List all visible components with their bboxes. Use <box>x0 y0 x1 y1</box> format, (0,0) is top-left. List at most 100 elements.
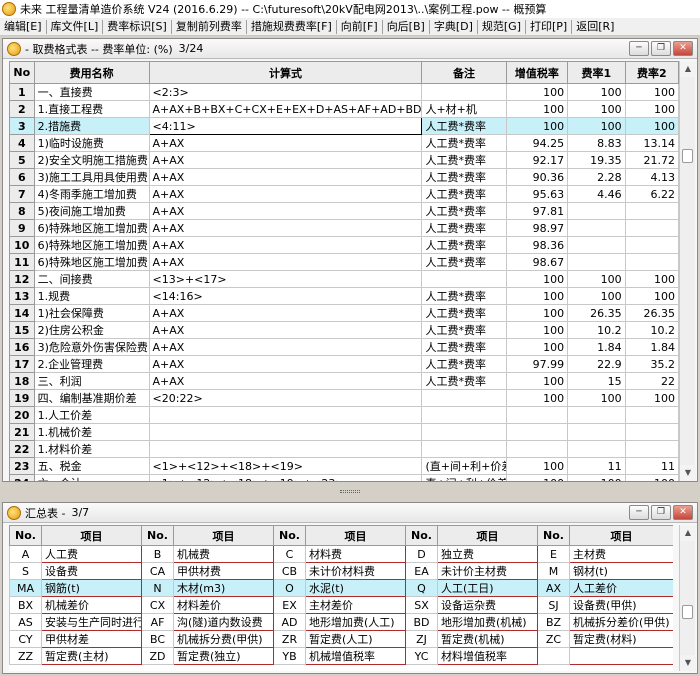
summary-item-cell[interactable]: 安装与生产同时进行增 <box>41 613 142 631</box>
rate1-cell[interactable]: 8.83 <box>567 134 626 152</box>
row-number-cell[interactable]: 8 <box>9 202 35 220</box>
vat-rate-cell[interactable]: 98.97 <box>505 219 569 237</box>
vat-rate-cell[interactable]: 100 <box>505 304 569 322</box>
formula-cell[interactable] <box>148 423 423 441</box>
fee-row[interactable]: 2 1.直接工程费 A+AX+B+BX+C+CX+E+EX+D+AS+AF+AD+B… <box>9 100 679 118</box>
rate1-cell[interactable]: 100 <box>567 270 626 288</box>
note-cell[interactable]: 人工费*费率 <box>421 338 507 356</box>
fee-name-cell[interactable]: 1.规费 <box>33 287 150 305</box>
vat-rate-cell[interactable]: 92.17 <box>505 151 569 169</box>
note-cell[interactable] <box>421 440 507 458</box>
fee-row[interactable]: 6 3)施工工具用具使用费 A+AX 人工费*费率 90.36 2.28 4.13 <box>9 168 679 186</box>
summary-code-cell[interactable]: B <box>141 545 174 563</box>
formula-cell[interactable]: A+AX <box>148 304 423 322</box>
fee-row[interactable]: 17 2.企业管理费 A+AX 人工费*费率 97.99 22.9 35.2 <box>9 355 679 373</box>
scroll-down-icon[interactable]: ▼ <box>680 465 696 481</box>
vat-rate-cell[interactable]: 100 <box>505 83 569 101</box>
formula-cell[interactable]: A+AX <box>148 253 423 271</box>
rate2-cell[interactable]: 1.84 <box>624 338 679 356</box>
summary-item-cell[interactable]: 机械增值税率 <box>305 647 406 665</box>
summary-item-cell[interactable]: 甲供材差 <box>41 630 142 648</box>
fee-name-cell[interactable]: 6)特殊地区施工增加费 <box>33 236 150 254</box>
vat-rate-cell[interactable]: 97.99 <box>505 355 569 373</box>
fee-format-scrollbar[interactable]: ▲ ▼ <box>679 61 696 481</box>
note-cell[interactable]: (直+间+利+价差 <box>421 457 507 475</box>
pane-splitter[interactable] <box>0 482 700 502</box>
summary-item-cell[interactable]: 独立费 <box>437 545 538 563</box>
vat-rate-cell[interactable]: 100 <box>505 117 569 135</box>
col-header-rate2[interactable]: 费率2 <box>624 61 679 84</box>
rate2-cell[interactable] <box>624 440 679 458</box>
vat-rate-cell[interactable]: 100 <box>505 270 569 288</box>
fee-name-cell[interactable]: 4)冬雨季施工增加费 <box>33 185 150 203</box>
vat-rate-cell[interactable]: 100 <box>505 372 569 390</box>
rate2-cell[interactable]: 100 <box>624 287 679 305</box>
summary-code-cell[interactable]: AS <box>9 613 42 631</box>
fee-name-cell[interactable]: 6)特殊地区施工增加费 <box>33 219 150 237</box>
summary-code-cell[interactable]: ZD <box>141 647 174 665</box>
summary-item-cell[interactable]: 沟(隧)道内数设费 <box>173 613 274 631</box>
rate2-cell[interactable]: 100 <box>624 100 679 118</box>
row-number-cell[interactable]: 19 <box>9 389 35 407</box>
summary-code-cell[interactable]: BX <box>9 596 42 614</box>
rate2-cell[interactable]: 100 <box>624 270 679 288</box>
summary-code-cell[interactable]: CB <box>273 562 306 580</box>
row-number-cell[interactable]: 11 <box>9 253 35 271</box>
col-header-fee-name[interactable]: 费用名称 <box>33 61 150 84</box>
formula-cell[interactable]: <14:16> <box>148 287 423 305</box>
row-number-cell[interactable]: 3 <box>9 117 35 135</box>
summary-code-cell[interactable]: AD <box>273 613 306 631</box>
summary-item-cell[interactable]: 机械差价 <box>41 596 142 614</box>
rate2-cell[interactable]: 35.2 <box>624 355 679 373</box>
row-number-cell[interactable]: 16 <box>9 338 35 356</box>
col-header-rate1[interactable]: 费率1 <box>567 61 626 84</box>
summary-item-cell[interactable]: 钢筋(t) <box>41 579 142 597</box>
rate2-cell[interactable]: 26.35 <box>624 304 679 322</box>
vat-rate-cell[interactable]: 90.36 <box>505 168 569 186</box>
fee-row[interactable]: 18 三、利润 A+AX 人工费*费率 100 15 22 <box>9 372 679 390</box>
fee-name-cell[interactable]: 五、税金 <box>33 457 150 475</box>
fee-name-cell[interactable]: 1.机械价差 <box>33 423 150 441</box>
rate1-cell[interactable] <box>567 406 626 424</box>
menu-backward[interactable]: 向后[B] <box>383 18 429 35</box>
summary-code-cell[interactable]: AF <box>141 613 174 631</box>
rate2-cell[interactable]: 100 <box>624 117 679 135</box>
summary-item-cell[interactable]: 地形增加费(机械) <box>437 613 538 631</box>
rate2-cell[interactable] <box>624 202 679 220</box>
vat-rate-cell[interactable]: 100 <box>505 287 569 305</box>
fee-row[interactable]: 4 1)临时设施费 A+AX 人工费*费率 94.25 8.83 13.14 <box>9 134 679 152</box>
summary-item-cell[interactable]: 暂定费(主材) <box>41 647 142 665</box>
fee-name-cell[interactable]: 6)特殊地区施工增加费 <box>33 253 150 271</box>
rate2-cell[interactable]: 11 <box>624 457 679 475</box>
formula-cell[interactable]: A+AX <box>148 321 423 339</box>
summary-item-cell[interactable]: 材料差价 <box>173 596 274 614</box>
formula-cell[interactable] <box>148 406 423 424</box>
vat-rate-cell[interactable] <box>505 423 569 441</box>
summary-code-cell[interactable]: EX <box>273 596 306 614</box>
formula-cell[interactable] <box>148 440 423 458</box>
formula-cell[interactable]: A+AX <box>148 236 423 254</box>
fee-row[interactable]: 8 5)夜间施工增加费 A+AX 人工费*费率 97.81 <box>9 202 679 220</box>
menu-forward[interactable]: 向前[F] <box>337 18 382 35</box>
summary-item-cell[interactable]: 材料费 <box>305 545 406 563</box>
summary-code-cell[interactable] <box>537 647 570 665</box>
close-icon[interactable]: ✕ <box>673 41 693 56</box>
summary-item-cell[interactable]: 机械拆分费(甲供) <box>173 630 274 648</box>
rate1-cell[interactable]: 100 <box>567 83 626 101</box>
fee-row[interactable]: 12 二、间接费 <13>+<17> 100 100 100 <box>9 270 679 288</box>
summary-item-cell[interactable]: 暂定费(机械) <box>437 630 538 648</box>
row-number-cell[interactable]: 15 <box>9 321 35 339</box>
row-number-cell[interactable]: 23 <box>9 457 35 475</box>
fee-name-cell[interactable]: 3)危险意外伤害保险费 <box>33 338 150 356</box>
row-number-cell[interactable]: 24 <box>9 474 35 481</box>
row-number-cell[interactable]: 12 <box>9 270 35 288</box>
formula-cell[interactable]: A+AX <box>148 355 423 373</box>
formula-cell[interactable]: <2:3> <box>148 83 423 101</box>
rate1-cell[interactable]: 15 <box>567 372 626 390</box>
menu-standard[interactable]: 规范[G] <box>478 18 525 35</box>
summary-code-cell[interactable]: EA <box>405 562 438 580</box>
fee-row[interactable]: 14 1)社会保障费 A+AX 人工费*费率 100 26.35 26.35 <box>9 304 679 322</box>
summary-item-cell[interactable]: 主材费 <box>569 545 673 563</box>
row-number-cell[interactable]: 4 <box>9 134 35 152</box>
summary-item-cell[interactable]: 水泥(t) <box>305 579 406 597</box>
